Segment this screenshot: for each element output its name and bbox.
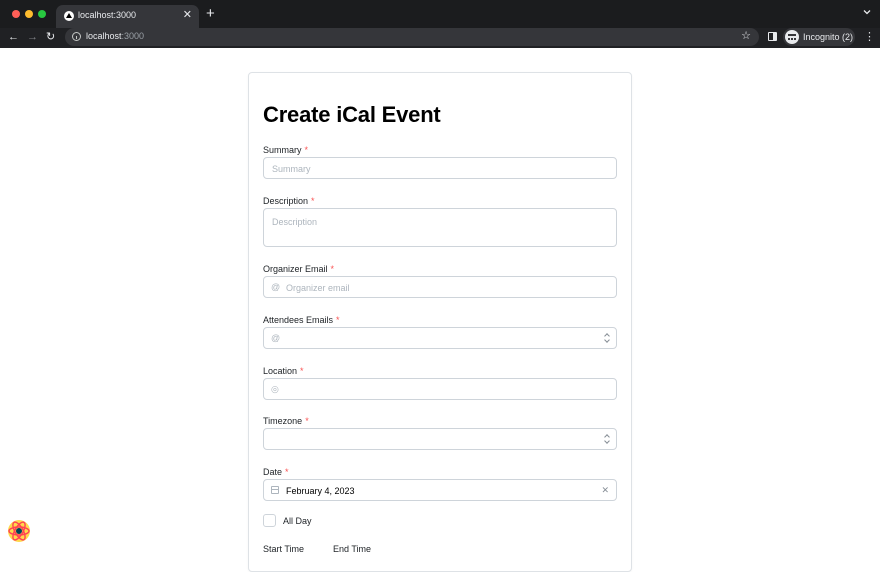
incognito-icon: [785, 30, 799, 44]
tab-close-icon[interactable]: ✕: [183, 8, 192, 22]
incognito-label: Incognito (2): [803, 32, 854, 42]
back-arrow-icon[interactable]: ←: [8, 29, 19, 45]
description-label: Description *: [263, 196, 315, 206]
required-marker: *: [304, 145, 309, 155]
close-window-button[interactable]: [12, 10, 20, 18]
description-placeholder: Description: [272, 217, 318, 227]
clear-date-icon[interactable]: ✕: [601, 484, 609, 496]
page-title: Create iCal Event: [263, 102, 441, 127]
maximize-window-button[interactable]: [38, 10, 46, 18]
all-day-label: All Day: [283, 516, 312, 526]
date-picker-input[interactable]: February 4, 2023 ✕: [263, 479, 617, 501]
timezone-label: Timezone *: [263, 416, 309, 426]
chevron-up-down-icon: [604, 333, 610, 344]
url-text: localhost:3000: [86, 31, 145, 41]
required-marker: *: [305, 416, 309, 426]
required-marker: *: [300, 366, 304, 376]
description-textarea[interactable]: Description: [263, 208, 617, 247]
chevron-up-down-icon: [604, 434, 610, 445]
required-marker: *: [285, 467, 289, 477]
calendar-icon: [271, 486, 279, 494]
attendees-emails-select[interactable]: @: [263, 327, 617, 349]
attendees-emails-label: Attendees Emails *: [263, 315, 340, 325]
reload-icon[interactable]: ↻: [46, 29, 55, 45]
date-label: Date *: [263, 467, 289, 477]
organizer-email-placeholder: Organizer email: [286, 283, 350, 293]
tab-strip: localhost:3000 ✕ +: [0, 0, 880, 28]
tab-search-chevron-icon[interactable]: [863, 8, 871, 16]
address-bar[interactable]: localhost:3000 ☆: [65, 28, 759, 46]
more-menu-icon[interactable]: ⋮: [864, 30, 875, 44]
new-tab-button[interactable]: +: [206, 6, 215, 22]
tab-title: localhost:3000: [78, 10, 137, 20]
required-marker: *: [330, 264, 335, 274]
timezone-select[interactable]: [263, 428, 617, 450]
summary-placeholder: Summary: [272, 164, 311, 174]
incognito-profile-button[interactable]: Incognito (2): [783, 28, 855, 46]
site-info-icon[interactable]: [72, 32, 81, 41]
location-input[interactable]: ◎: [263, 378, 617, 400]
at-icon: @: [271, 282, 281, 292]
navigation-bar: ← → ↻ localhost:3000 ☆ Incognito (2) ⋮: [0, 28, 880, 46]
location-label: Location *: [263, 366, 304, 376]
react-query-devtools-icon[interactable]: [7, 519, 31, 543]
start-time-label: Start Time: [263, 544, 305, 554]
summary-input[interactable]: Summary: [263, 157, 617, 179]
required-marker: *: [336, 315, 340, 325]
forward-arrow-icon[interactable]: →: [27, 29, 38, 45]
side-panel-icon[interactable]: [768, 32, 777, 41]
organizer-email-label: Organizer Email *: [263, 264, 335, 274]
required-marker: *: [311, 196, 315, 206]
location-icon: ◎: [271, 384, 279, 394]
bookmark-star-icon[interactable]: ☆: [741, 30, 751, 43]
at-icon: @: [271, 333, 281, 343]
browser-chrome: localhost:3000 ✕ + ← → ↻ localhost:3000 …: [0, 0, 880, 48]
organizer-email-input[interactable]: @ Organizer email: [263, 276, 617, 298]
summary-label: Summary *: [263, 145, 309, 155]
all-day-checkbox[interactable]: [263, 514, 276, 527]
date-value: February 4, 2023: [286, 486, 355, 496]
minimize-window-button[interactable]: [25, 10, 33, 18]
favicon-icon: [64, 11, 74, 21]
end-time-label: End Time: [333, 544, 372, 554]
browser-tab[interactable]: localhost:3000 ✕: [56, 5, 199, 28]
